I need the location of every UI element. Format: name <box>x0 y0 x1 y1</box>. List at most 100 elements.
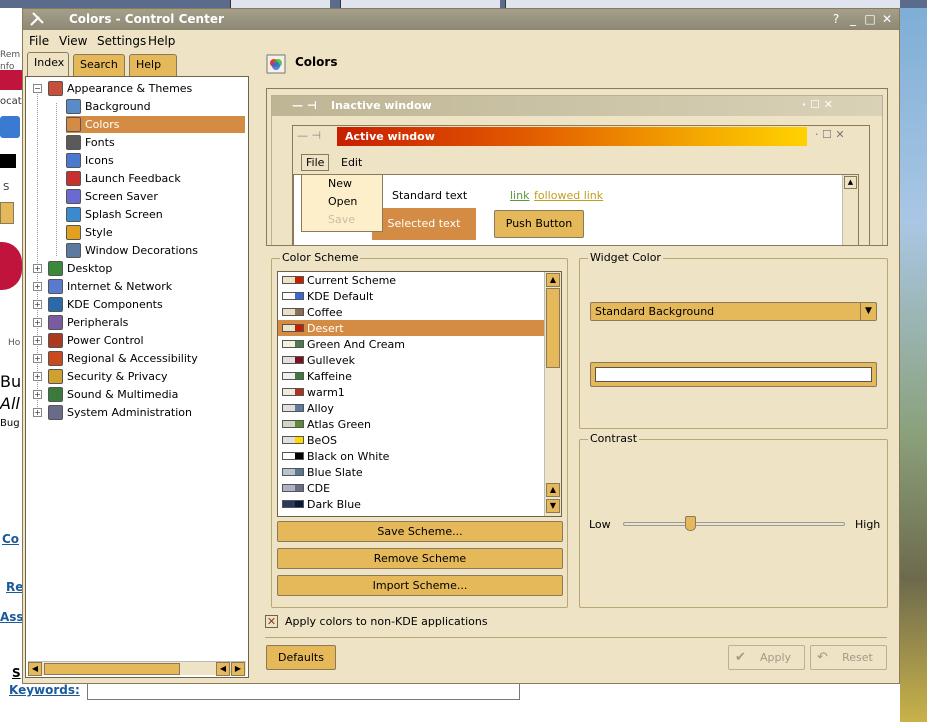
maximize-button[interactable]: □ <box>862 11 878 27</box>
scheme-item[interactable]: Gullevek <box>278 352 544 368</box>
scheme-item[interactable]: Desert <box>278 320 544 336</box>
widget-select[interactable]: Standard Background ▼ <box>590 302 877 321</box>
tree-item[interactable]: Background <box>66 98 245 115</box>
preview-inactive-titlebar[interactable]: — ⊣ Inactive window · ☐ ✕ <box>272 96 882 116</box>
save-scheme-button[interactable]: Save Scheme... <box>277 521 563 542</box>
scheme-list-scrollbar[interactable]: ▲ ▲ ▼ <box>544 272 561 516</box>
chevron-down-icon[interactable]: ▼ <box>860 303 876 320</box>
tab-index[interactable]: Index <box>27 52 69 76</box>
preview-inactive-window[interactable]: — ⊣ Inactive window · ☐ ✕ — ⊣ Active win… <box>271 95 883 245</box>
scroll-thumb[interactable] <box>546 288 560 368</box>
scroll-down-button[interactable]: ▼ <box>546 499 560 513</box>
preview-link[interactable]: link <box>510 189 529 202</box>
tree-horizontal-scrollbar[interactable]: ◀ ◀ ▶ <box>28 661 246 676</box>
preview-menu-file[interactable]: File <box>301 154 330 171</box>
preview-push-button[interactable]: Push Button <box>494 210 584 238</box>
preview-scrollbar[interactable]: ▲ <box>842 175 858 245</box>
scheme-item[interactable]: Dark Blue <box>278 496 544 512</box>
tree-item[interactable]: Splash Screen <box>66 206 245 223</box>
scheme-item[interactable]: warm1 <box>278 384 544 400</box>
scheme-item[interactable]: BeOS <box>278 432 544 448</box>
tree-item[interactable]: KDE Components <box>48 296 245 313</box>
tree-expander[interactable]: + <box>33 372 42 381</box>
scheme-item[interactable]: Black on White <box>278 448 544 464</box>
scroll-up-button[interactable]: ▲ <box>546 273 560 287</box>
tree-item[interactable]: Sound & Multimedia <box>48 386 245 403</box>
tree-expander[interactable]: + <box>33 318 42 327</box>
scheme-list[interactable]: ▲ ▲ ▼ Current Scheme KDE Default Coffee Des… <box>277 271 562 517</box>
scheme-item[interactable]: CDE <box>278 480 544 496</box>
apply-non-kde-checkbox[interactable]: ✕ <box>265 615 278 628</box>
tree-expander[interactable]: + <box>33 300 42 309</box>
tree-expander[interactable]: + <box>33 354 42 363</box>
apply-button[interactable]: ✔ Apply <box>728 645 805 670</box>
contrast-slider-track[interactable] <box>623 522 845 526</box>
remove-scheme-button[interactable]: Remove Scheme <box>277 548 563 569</box>
tab-help[interactable]: Help <box>129 54 177 76</box>
tree-item[interactable]: Peripherals <box>48 314 245 331</box>
tree-item[interactable]: Regional & Accessibility <box>48 350 245 367</box>
tree-item[interactable]: Desktop <box>48 260 245 277</box>
defaults-button[interactable]: Defaults <box>266 645 336 670</box>
menu-view[interactable]: View <box>59 34 87 48</box>
preview-popup-open[interactable]: Open <box>328 195 357 208</box>
minimize-button[interactable]: _ <box>845 11 861 27</box>
title-bar[interactable]: Colors - Control Center ? _ □ ✕ <box>23 9 899 30</box>
menu-help[interactable]: Help <box>148 34 175 48</box>
tree-item[interactable]: Internet & Network <box>48 278 245 295</box>
preview-menu-edit[interactable]: Edit <box>341 156 362 169</box>
color-preview[interactable]: — ⊣ Inactive window · ☐ ✕ — ⊣ Active win… <box>266 88 888 246</box>
preview-followed-link[interactable]: followed link <box>534 189 603 202</box>
import-scheme-button[interactable]: Import Scheme... <box>277 575 563 596</box>
scheme-item[interactable]: Atlas Green <box>278 416 544 432</box>
apply-non-kde-label[interactable]: Apply colors to non-KDE applications <box>285 615 488 628</box>
scheme-item[interactable]: Alloy <box>278 400 544 416</box>
scroll-right-button[interactable]: ▶ <box>231 662 245 676</box>
tree-item[interactable]: Icons <box>66 152 245 169</box>
tools-icon[interactable] <box>29 11 45 27</box>
scroll-thumb[interactable] <box>44 663 180 675</box>
bg-link-fragment[interactable]: Co <box>2 532 19 546</box>
bg-link-fragment[interactable]: Re <box>6 580 23 594</box>
bg-link-fragment[interactable]: Ass <box>0 610 24 624</box>
scheme-item[interactable]: Green And Cream <box>278 336 544 352</box>
tree-item[interactable]: Appearance & Themes <box>48 80 245 97</box>
tree-expander[interactable]: + <box>33 390 42 399</box>
preview-active-titlebar[interactable]: — ⊣ Active window · ☐ ✕ <box>293 126 869 146</box>
close-button[interactable]: ✕ <box>879 11 895 27</box>
tree-expander[interactable]: + <box>33 336 42 345</box>
tree-item[interactable]: Fonts <box>66 134 245 151</box>
tree-expander[interactable]: − <box>33 84 42 93</box>
contrast-slider-handle[interactable] <box>684 516 696 531</box>
menu-settings[interactable]: Settings <box>97 34 146 48</box>
help-window-button[interactable]: ? <box>828 11 844 27</box>
scroll-left-button[interactable]: ◀ <box>28 662 42 676</box>
scheme-swatch-color <box>283 325 295 331</box>
scroll-up-button-2[interactable]: ▲ <box>546 483 560 497</box>
tree-expander[interactable]: + <box>33 282 42 291</box>
tree-item[interactable]: Launch Feedback <box>66 170 245 187</box>
tab-search[interactable]: Search <box>73 54 125 76</box>
scheme-item[interactable]: Kaffeine <box>278 368 544 384</box>
scroll-left-button-2[interactable]: ◀ <box>216 662 230 676</box>
tree-item[interactable]: Colors <box>66 116 245 133</box>
tree-expander[interactable]: + <box>33 264 42 273</box>
preview-popup-new[interactable]: New <box>328 177 352 190</box>
scheme-item[interactable]: Blue Slate <box>278 464 544 480</box>
reset-button[interactable]: ↶ Reset <box>810 645 887 670</box>
tree-item[interactable]: Style <box>66 224 245 241</box>
keywords-input[interactable] <box>87 682 520 700</box>
tree-item[interactable]: Security & Privacy <box>48 368 245 385</box>
preview-active-window[interactable]: — ⊣ Active window · ☐ ✕ ▲ Standard text … <box>292 125 870 245</box>
tree-expander[interactable]: + <box>33 408 42 417</box>
scheme-item[interactable]: Coffee <box>278 304 544 320</box>
widget-color-button[interactable] <box>590 362 877 387</box>
scheme-item[interactable]: KDE Default <box>278 288 544 304</box>
tree-item[interactable]: Screen Saver <box>66 188 245 205</box>
menu-file[interactable]: File <box>29 34 49 48</box>
tree-item[interactable]: System Administration <box>48 404 245 421</box>
tree-item[interactable]: Power Control <box>48 332 245 349</box>
scheme-item[interactable]: Current Scheme <box>278 272 544 288</box>
tree-item[interactable]: Window Decorations <box>66 242 245 259</box>
scroll-up-icon[interactable]: ▲ <box>844 176 857 189</box>
